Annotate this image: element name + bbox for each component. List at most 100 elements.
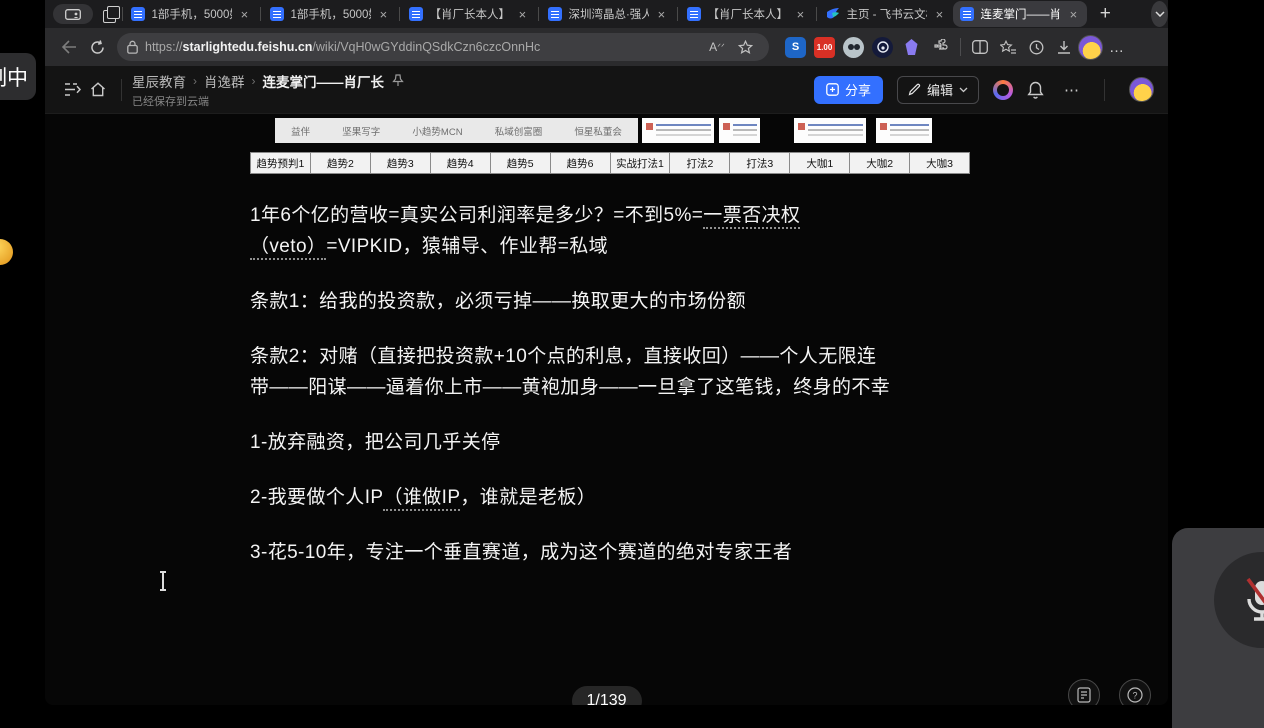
tab-close-icon[interactable]: × [1066, 7, 1080, 22]
browser-tab[interactable]: 主页 - 飞书云文档× [819, 1, 953, 27]
browser-tab[interactable]: 1部手机，5000好× [124, 1, 258, 27]
paragraph-text: 带——阳谋——逼着你上市——黄袍加身——一旦拿了这笔钱，终身的不幸 [250, 377, 890, 398]
extensions-menu-button[interactable] [930, 37, 951, 58]
edit-button[interactable]: 编辑 [897, 76, 979, 104]
table-tab-cell[interactable]: 趋势4 [431, 152, 491, 174]
doc-paragraph[interactable]: 条款1：给我的投资款，必须亏掉——换取更大的市场份额 [250, 286, 970, 317]
image-label: 恒星私董会 [574, 124, 622, 138]
browser-settings-menu-button[interactable]: … [1109, 39, 1125, 56]
favorites-collections-icon [1000, 40, 1016, 55]
table-tab-cell[interactable]: 打法3 [730, 152, 790, 174]
table-tab-cell[interactable]: 打法2 [670, 152, 730, 174]
table-tab-cell[interactable]: 趋势2 [311, 152, 371, 174]
tab-title: 深圳湾晶总·强人 [568, 6, 649, 22]
new-tab-button[interactable]: + [1097, 3, 1113, 25]
feishu-user-avatar[interactable] [1129, 77, 1154, 102]
image-thumbnail [642, 118, 714, 143]
address-bar[interactable]: https://starlightedu.feishu.cn/wiki/VqH0… [117, 33, 769, 61]
table-tab-cell[interactable]: 大咖2 [850, 152, 910, 174]
paragraph-text: 2-我要做个人IP [250, 487, 383, 508]
paragraph-text: ，谁就是老板） [460, 487, 596, 508]
purple-flame-icon [904, 39, 919, 56]
tab-close-icon[interactable]: × [237, 7, 251, 22]
breadcrumb: 星辰教育 › 肖逸群 › 连麦掌门——肖厂长 [132, 71, 404, 91]
sidebar-toggle-button[interactable] [59, 77, 85, 103]
favorite-star-button[interactable] [731, 33, 759, 61]
browser-tab[interactable]: 连麦掌门——肖厂 × [953, 1, 1087, 27]
paragraph-text: =VIPKID，猿辅导、作业帮=私域 [326, 236, 608, 257]
feishu-doc-icon [131, 7, 145, 21]
doc-outline-icon [1077, 687, 1091, 703]
pin-icon[interactable] [392, 74, 404, 87]
bell-icon [1027, 81, 1044, 99]
tab-list-dropdown-button[interactable] [1151, 1, 1168, 27]
header-divider [1104, 79, 1105, 101]
puzzle-icon [933, 39, 949, 55]
document-canvas: 益伴坚果写字小趋势MCN私域创富圈恒星私董会 趋势预判1趋势2趋势3趋势4趋势5… [45, 114, 1168, 705]
tab-title: 【肖厂长本人】直 [707, 6, 788, 22]
extension-dark-face-icon[interactable] [872, 37, 893, 58]
tab-title: 1部手机，5000好 [290, 6, 371, 22]
read-aloud-button[interactable]: Aᐟᐟ [703, 33, 731, 61]
home-button[interactable] [85, 77, 111, 103]
tab-close-icon[interactable]: × [932, 7, 946, 22]
browser-tab[interactable]: 【肖厂长本人】直 × [680, 1, 814, 27]
extension-price-badge-icon[interactable]: 1.00 [814, 37, 835, 58]
breadcrumb-doc-title[interactable]: 连麦掌门——肖厂长 [263, 71, 385, 91]
doc-paragraph[interactable]: 2-我要做个人IP（谁做IP，谁就是老板） [250, 482, 970, 513]
extension-purple-icon[interactable] [901, 37, 922, 58]
extension-s-icon[interactable]: S [785, 37, 806, 58]
tab-separator [122, 7, 123, 21]
feishu-doc-icon [270, 7, 284, 21]
tab-close-icon[interactable]: × [515, 7, 529, 22]
split-screen-button[interactable] [966, 33, 994, 61]
browser-profile-avatar[interactable] [1078, 35, 1103, 60]
extension-avatar-icon[interactable] [843, 37, 864, 58]
doc-more-menu-button[interactable]: ⋯ [1064, 81, 1080, 99]
doc-paragraph[interactable]: 1-放弃融资，把公司几乎关停 [250, 427, 970, 458]
table-tab-cell[interactable]: 大咖1 [790, 152, 850, 174]
tab-close-icon[interactable]: × [793, 7, 807, 22]
tab-close-icon[interactable]: × [654, 7, 668, 22]
breadcrumb-folder[interactable]: 肖逸群 [204, 71, 245, 91]
browser-tab[interactable]: 【肖厂长本人】直× [402, 1, 536, 27]
back-button[interactable] [55, 33, 83, 61]
table-tab-cell[interactable]: 趋势6 [551, 152, 611, 174]
tab-activity-button[interactable] [53, 4, 93, 24]
page-indicator: 1/139 [571, 686, 641, 705]
notifications-button[interactable] [1027, 81, 1044, 99]
collections-button[interactable] [994, 33, 1022, 61]
breadcrumb-space[interactable]: 星辰教育 [132, 71, 186, 91]
tab-title: 连麦掌门——肖厂 [980, 6, 1061, 22]
browser-tab[interactable]: 深圳湾晶总·强人 × [541, 1, 675, 27]
question-mark-icon: ? [1127, 687, 1143, 703]
doc-paragraph[interactable]: 1年6个亿的营收=真实公司利润率是多少？=不到5%=一票否决权（veto）=VI… [250, 200, 970, 262]
extensions-row: S 1.00 [781, 33, 1125, 61]
presence-ring-icon[interactable] [993, 80, 1013, 100]
embedded-image[interactable]: 益伴坚果写字小趋势MCN私域创富圈恒星私董会 [250, 118, 970, 147]
browser-tab[interactable]: 1部手机，5000好 × [263, 1, 397, 27]
tab-separator [816, 7, 817, 21]
table-tab-cell[interactable]: 大咖3 [910, 152, 970, 174]
history-button[interactable] [1022, 33, 1050, 61]
tab-groups-icon[interactable] [103, 6, 113, 22]
tab-separator [677, 7, 678, 21]
tab-separator [538, 7, 539, 21]
downloads-button[interactable] [1050, 33, 1078, 61]
doc-paragraph[interactable]: 条款2：对赌（直接把投资款+10个点的利息，直接收回）——个人无限连带——阳谋—… [250, 341, 970, 403]
doc-paragraph[interactable]: 3-花5-10年，专注一个垂直赛道，成为这个赛道的绝对专家王者 [250, 537, 970, 568]
table-tab-cell[interactable]: 趋势预判1 [250, 152, 311, 174]
image-label: 私域创富圈 [495, 124, 543, 138]
url-text: https://starlightedu.feishu.cn/wiki/VqH0… [145, 40, 703, 54]
tab-close-icon[interactable]: × [376, 7, 390, 22]
share-button[interactable]: 分享 [814, 76, 883, 104]
floating-yellow-dot [0, 239, 13, 265]
table-tab-cell[interactable]: 实战打法1 [611, 152, 671, 174]
table-tab-cell[interactable]: 趋势5 [491, 152, 551, 174]
refresh-button[interactable] [83, 33, 111, 61]
help-button[interactable]: ? [1119, 679, 1151, 705]
catalog-button[interactable] [1068, 679, 1100, 705]
video-call-tile[interactable] [1172, 528, 1264, 728]
table-tab-cell[interactable]: 趋势3 [371, 152, 431, 174]
toolbar-separator [960, 38, 961, 56]
